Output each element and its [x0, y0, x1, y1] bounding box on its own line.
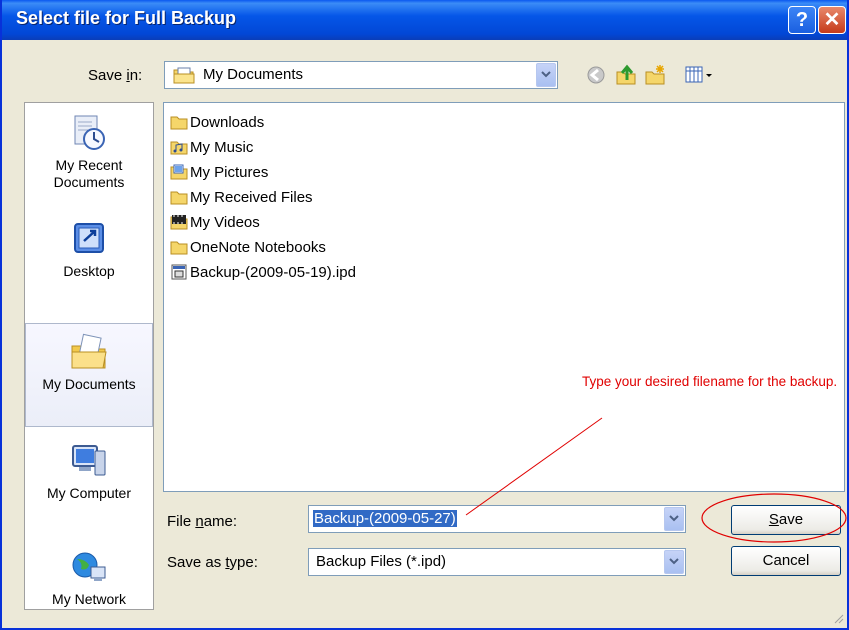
annotation-circle [701, 493, 847, 543]
resize-grip-icon[interactable] [832, 612, 844, 624]
annotation-arrow-line [465, 417, 603, 516]
save-dialog: Select file for Full Backup ? ✕ Save in:… [0, 0, 849, 630]
annotation-overlay [465, 417, 847, 543]
